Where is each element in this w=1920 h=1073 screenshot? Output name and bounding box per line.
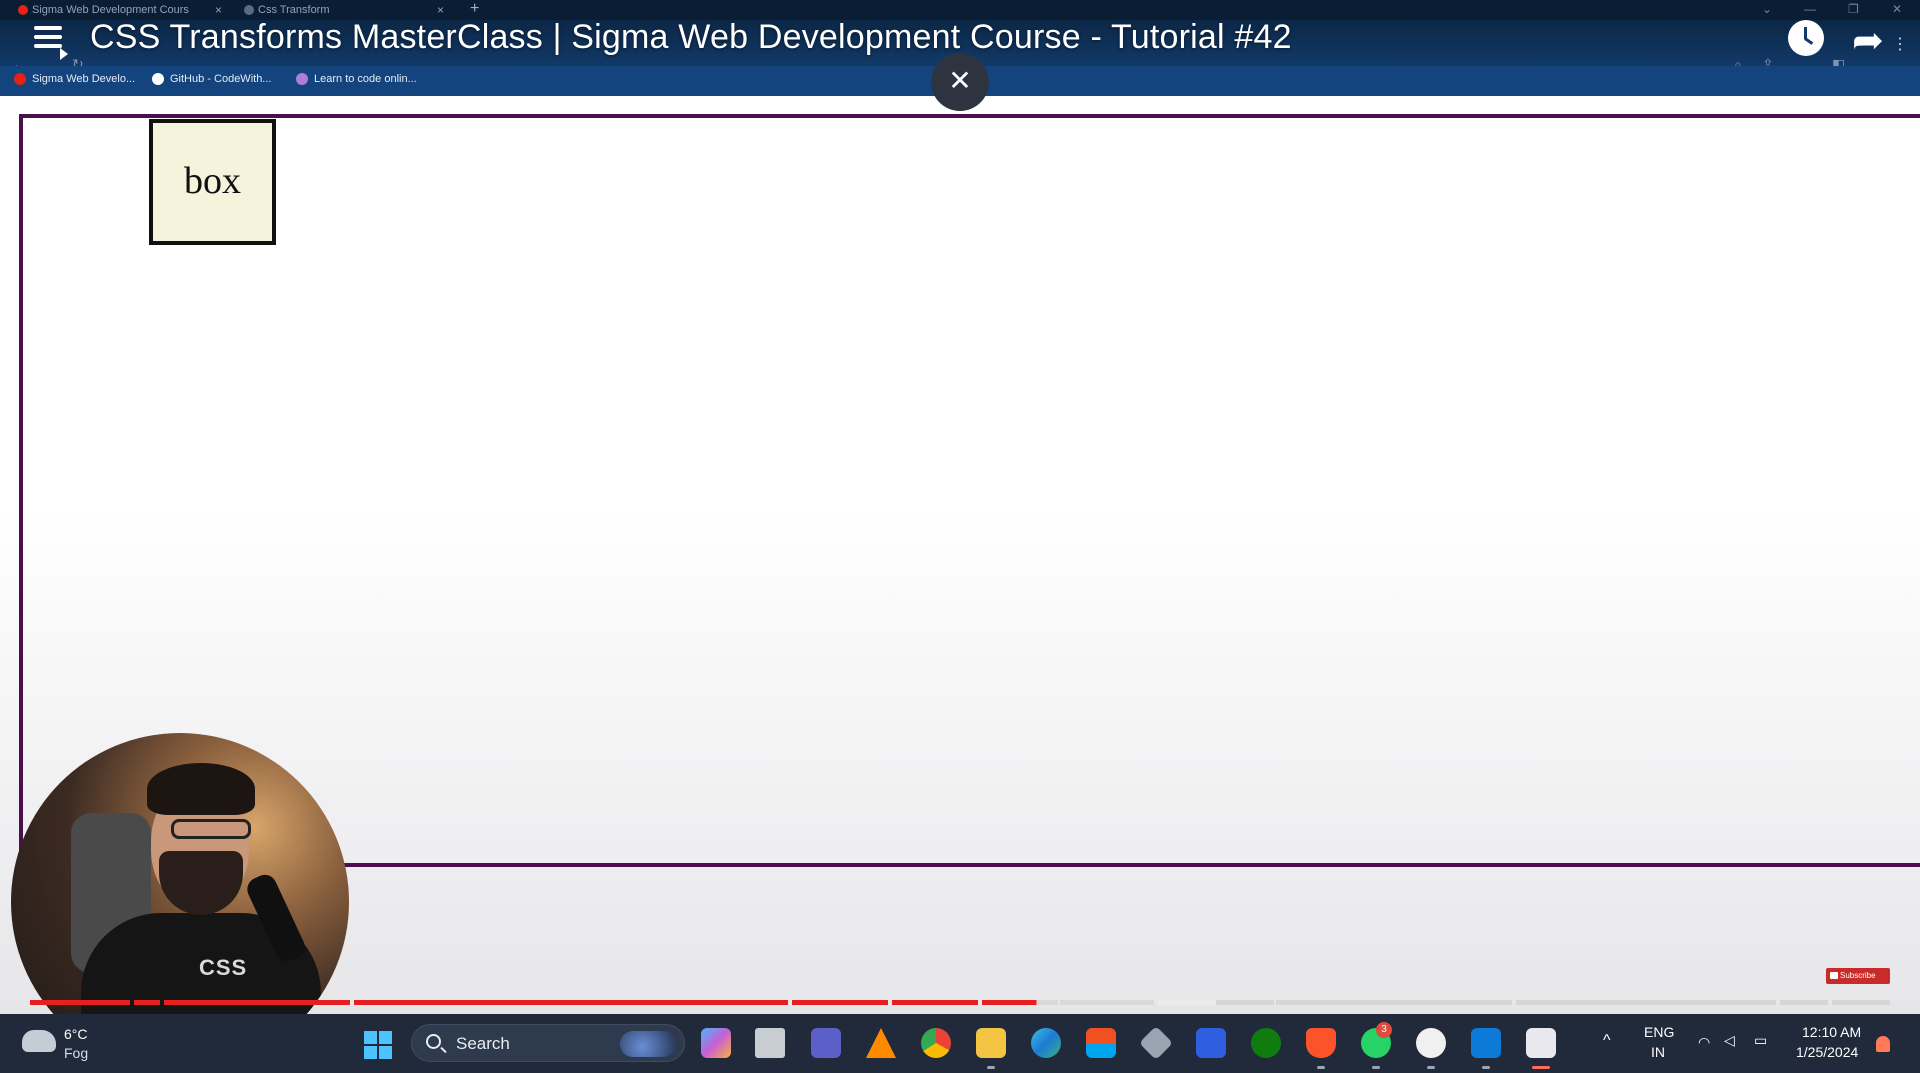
tab-close-icon[interactable]: × [437, 3, 444, 17]
container-box [19, 114, 1920, 867]
task-view-icon[interactable] [755, 1028, 785, 1058]
search-label: Search [456, 1034, 510, 1053]
youtube-icon [14, 73, 26, 85]
chapter-segment[interactable] [1158, 1000, 1274, 1005]
teams-icon[interactable] [811, 1028, 841, 1058]
tab-label: Sigma Web Development Cours [32, 4, 189, 16]
taskbar-search[interactable]: Search [411, 1024, 685, 1062]
tab-label: Css Transform [258, 4, 330, 16]
video-progress-bar[interactable] [30, 1000, 1890, 1006]
file-explorer-icon[interactable] [976, 1028, 1006, 1058]
battery-icon[interactable]: ▭ [1754, 1032, 1767, 1049]
brave-icon[interactable] [1306, 1028, 1336, 1058]
chapter-segment[interactable] [1276, 1000, 1512, 1005]
chapter-segment[interactable] [892, 1000, 978, 1005]
weather-description[interactable]: Fog [64, 1045, 88, 1061]
bookmark-label: GitHub - CodeWith... [170, 73, 272, 85]
vlc-icon[interactable] [866, 1028, 896, 1058]
browser-tab-strip: Sigma Web Development Cours × Css Transf… [0, 0, 1920, 20]
language-region[interactable]: IN [1651, 1044, 1665, 1060]
unity-icon[interactable] [1139, 1026, 1173, 1060]
tab-css-transform[interactable]: Css Transform × [240, 0, 450, 20]
chapter-segment[interactable] [164, 1000, 350, 1005]
volume-icon[interactable]: ◁ [1724, 1032, 1735, 1049]
watch-later-icon[interactable] [1788, 20, 1824, 56]
restore-button[interactable]: ❐ [1848, 0, 1859, 20]
playlist-menu-icon[interactable] [34, 26, 68, 60]
github-desktop-icon[interactable] [1416, 1028, 1446, 1058]
chapter-segment[interactable] [354, 1000, 788, 1005]
box-element: box [149, 119, 276, 245]
windows-taskbar: 6°C Fog Search 3 ^ ENG IN ◠ ◁ ▭ 12:10 AM… [0, 1014, 1920, 1073]
notification-badge: 3 [1376, 1022, 1392, 1038]
search-icon [426, 1034, 441, 1049]
search-highlight-image [620, 1031, 676, 1057]
codecademy-icon [296, 73, 308, 85]
xbox-icon[interactable] [1251, 1028, 1281, 1058]
tab-sigma-web[interactable]: Sigma Web Development Cours × [14, 0, 228, 20]
close-overlay-button[interactable]: ✕ [931, 53, 989, 111]
chrome-icon[interactable] [921, 1028, 951, 1058]
window-close-button[interactable]: ✕ [1892, 0, 1902, 20]
shirt-text: CSS [199, 955, 248, 980]
tab-close-icon[interactable]: × [215, 3, 222, 17]
video-title[interactable]: CSS Transforms MasterClass | Sigma Web D… [90, 18, 1292, 57]
bookmark-github[interactable]: GitHub - CodeWith... [152, 73, 271, 85]
chapter-segment[interactable] [1060, 1000, 1154, 1005]
chapter-segment[interactable] [1516, 1000, 1776, 1005]
tab-search-icon[interactable]: ⌄ [1762, 0, 1772, 20]
new-tab-button[interactable]: + [470, 0, 479, 20]
wifi-icon[interactable]: ◠ [1698, 1034, 1710, 1051]
chapter-segment[interactable] [134, 1000, 160, 1005]
minimize-button[interactable]: — [1804, 0, 1816, 20]
weather-cloud-icon[interactable] [22, 1030, 56, 1052]
chapter-segment[interactable] [1780, 1000, 1828, 1005]
chapter-segment[interactable] [982, 1000, 1058, 1005]
notification-bell-icon[interactable] [1876, 1036, 1890, 1052]
taskbar-time[interactable]: 12:10 AM [1802, 1024, 1861, 1040]
screen: Sigma Web Development Cours × Css Transf… [0, 0, 1920, 1073]
edge-icon[interactable] [1031, 1028, 1061, 1058]
more-options-icon[interactable]: ⋮ [1892, 34, 1908, 54]
tray-overflow-chevron-icon[interactable]: ^ [1603, 1032, 1611, 1050]
snipping-tool-icon[interactable] [1526, 1028, 1556, 1058]
store-icon[interactable] [1086, 1028, 1116, 1058]
youtube-icon [18, 5, 28, 15]
weather-temperature[interactable]: 6°C [64, 1026, 88, 1042]
chapter-segment[interactable] [30, 1000, 130, 1005]
windows-start-icon[interactable] [364, 1031, 392, 1059]
app-icon[interactable] [1196, 1028, 1226, 1058]
subscribe-button[interactable]: Subscribe [1826, 968, 1890, 984]
github-icon [152, 73, 164, 85]
globe-icon [244, 5, 254, 15]
taskbar-date[interactable]: 1/25/2024 [1796, 1044, 1858, 1060]
bookmark-label: Sigma Web Develo... [32, 73, 136, 85]
language-indicator[interactable]: ENG [1644, 1024, 1674, 1040]
vscode-icon[interactable] [1471, 1028, 1501, 1058]
bookmark-label: Learn to code onlin... [314, 73, 417, 85]
chapter-segment[interactable] [792, 1000, 888, 1005]
bookmark-sigma-web[interactable]: Sigma Web Develo... [14, 73, 135, 85]
chapter-segment[interactable] [1832, 1000, 1890, 1005]
bookmark-learn-to-code[interactable]: Learn to code onlin... [296, 73, 417, 85]
copilot-icon[interactable] [701, 1028, 731, 1058]
share-icon[interactable]: ➦ [1852, 18, 1884, 63]
